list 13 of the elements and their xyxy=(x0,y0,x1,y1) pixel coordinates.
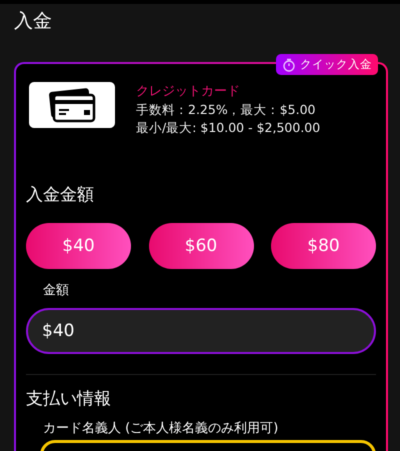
fee-text: 手数料：2.25%，最大：$5.00 xyxy=(136,101,316,119)
page-title: 入金 xyxy=(13,9,53,34)
method-name: クレジットカード xyxy=(136,83,241,101)
amount-preset-button[interactable]: $60 xyxy=(148,223,254,269)
amount-input-field[interactable]: $40 xyxy=(26,308,376,354)
badge-label: クイック入金 xyxy=(300,57,372,72)
amount-preset-button[interactable]: $40 xyxy=(26,223,131,269)
amount-preset-button[interactable]: $80 xyxy=(271,223,376,269)
section-heading: 支払い情報 xyxy=(26,388,112,410)
field-label: カード名義人 (ご本人様名義のみ利用可) xyxy=(43,420,280,438)
limits-text: 最小/最大: $10.00 - $2,500.00 xyxy=(136,119,320,137)
section-heading: 入金金額 xyxy=(26,184,95,206)
field-label: 金額 xyxy=(43,282,70,300)
